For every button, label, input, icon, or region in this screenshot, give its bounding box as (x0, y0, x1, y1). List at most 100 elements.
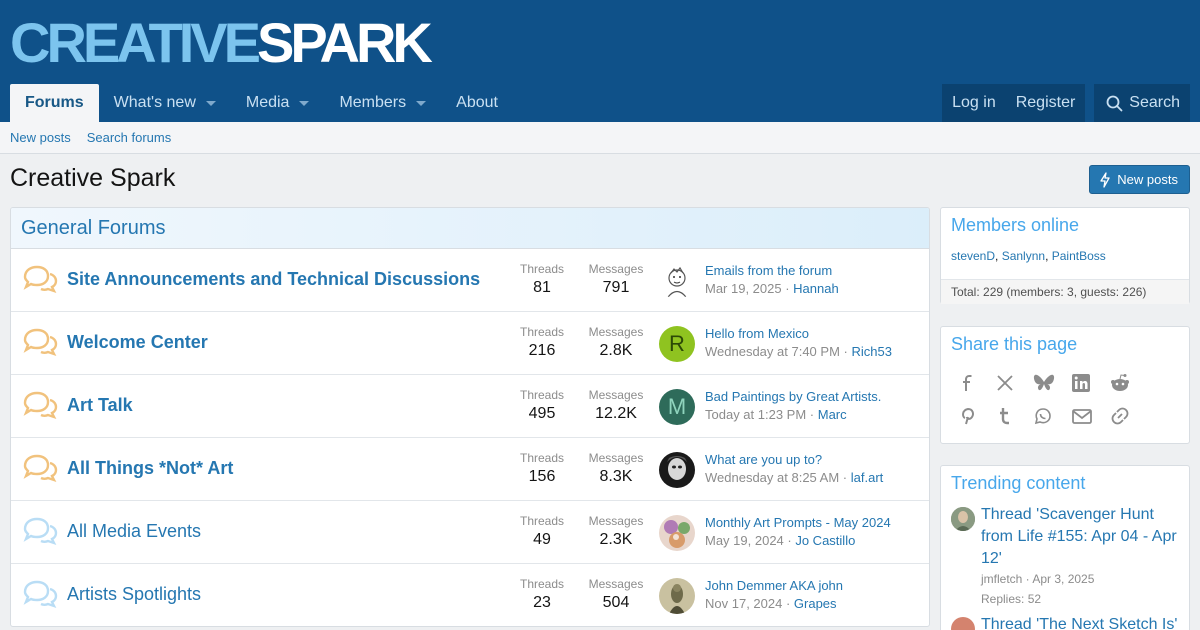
messages-stat: Messages 2.3K (588, 514, 644, 548)
last-post: Monthly Art Prompts - May 2024 May 19, 20… (705, 515, 891, 548)
last-post: Bad Paintings by Great Artists. Today at … (705, 389, 882, 422)
search-forums-link[interactable]: Search forums (87, 130, 172, 145)
main-nav: Forums What's new Media Members About (10, 84, 513, 122)
threads-stat: Threads 23 (519, 577, 565, 611)
widget-title: Share this page (951, 334, 1078, 354)
forum-list: General Forums Site Announcements and Te… (10, 207, 930, 627)
trending-item: Thread 'Scavenger Hunt from Life #155: A… (941, 494, 1189, 606)
reddit-icon[interactable] (1109, 373, 1147, 406)
avatar[interactable] (659, 515, 695, 551)
threads-stat: Threads 156 (519, 451, 565, 485)
bolt-icon (1100, 171, 1110, 188)
trending-thread-title[interactable]: Thread 'The Next Sketch Is' (981, 614, 1179, 630)
avatar[interactable] (659, 578, 695, 614)
tab-about[interactable]: About (441, 84, 513, 122)
share-icons (941, 355, 1181, 439)
last-post-title[interactable]: Bad Paintings by Great Artists. (705, 389, 881, 404)
forum-node: Site Announcements and Technical Discuss… (11, 249, 929, 312)
messages-stat: Messages 12.2K (588, 388, 644, 422)
trending-widget: Trending content Thread 'Scavenger Hunt … (940, 465, 1190, 630)
forum-title[interactable]: Art Talk (67, 395, 133, 416)
threads-stat: Threads 49 (519, 514, 565, 548)
tab-media[interactable]: Media (231, 84, 325, 122)
forum-read-icon (23, 517, 58, 546)
online-user[interactable]: stevenD (951, 249, 995, 263)
avatar[interactable] (659, 263, 695, 299)
avatar[interactable]: R (659, 326, 695, 362)
threads-stat: Threads 81 (519, 262, 565, 296)
messages-stat: Messages 791 (588, 262, 644, 296)
tumblr-icon[interactable] (995, 406, 1033, 439)
share-widget: Share this page (940, 326, 1190, 444)
tab-whats-new[interactable]: What's new (99, 84, 231, 122)
messages-stat: Messages 504 (588, 577, 644, 611)
facebook-icon[interactable] (957, 373, 995, 406)
bluesky-icon[interactable] (1033, 373, 1071, 406)
forum-title[interactable]: Artists Spotlights (67, 584, 201, 605)
last-post-user[interactable]: Grapes (794, 596, 837, 611)
linkedin-icon[interactable] (1071, 373, 1109, 406)
last-post: Emails from the forum Mar 19, 2025 · Hann… (705, 263, 839, 296)
search-button[interactable]: Search (1094, 84, 1190, 122)
forum-node: Artists Spotlights Threads 23 Messages 504… (11, 564, 929, 626)
online-total: Total: 229 (members: 3, guests: 226) (941, 279, 1189, 304)
forum-unread-icon (23, 328, 58, 357)
threads-stat: Threads 495 (519, 388, 565, 422)
forum-title[interactable]: All Things *Not* Art (67, 458, 233, 479)
forum-node: All Things *Not* Art Threads 156 Messages… (11, 438, 929, 501)
category-header: General Forums (11, 208, 929, 249)
avatar[interactable] (951, 507, 975, 531)
last-post-user[interactable]: Jo Castillo (795, 533, 855, 548)
members-online-widget: Members online stevenD, Sanlynn, PaintBo… (940, 207, 1190, 304)
site-logo[interactable]: CREATIVESPARK (10, 12, 433, 74)
last-post-user[interactable]: Marc (818, 407, 847, 422)
trending-replies: Replies: 52 (981, 592, 1042, 606)
forum-node: Art Talk Threads 495 Messages 12.2K M Bad … (11, 375, 929, 438)
new-posts-link[interactable]: New posts (10, 130, 71, 145)
email-icon[interactable] (1071, 406, 1109, 439)
last-post-user[interactable]: laf.art (851, 470, 884, 485)
pinterest-icon[interactable] (957, 406, 995, 439)
forum-title[interactable]: Site Announcements and Technical Discuss… (67, 269, 480, 290)
online-user[interactable]: PaintBoss (1052, 249, 1106, 263)
avatar[interactable]: M (659, 389, 695, 425)
forum-read-icon (23, 580, 58, 609)
last-post-title[interactable]: Monthly Art Prompts - May 2024 (705, 515, 891, 530)
last-post: John Demmer AKA john Nov 17, 2024 · Grape… (705, 578, 844, 611)
widget-title[interactable]: Trending content (941, 466, 1189, 494)
messages-stat: Messages 8.3K (588, 451, 644, 485)
last-post-title[interactable]: What are you up to? (705, 452, 883, 467)
avatar[interactable] (951, 617, 975, 630)
widget-title[interactable]: Members online (941, 208, 1189, 236)
last-post-user[interactable]: Hannah (793, 281, 839, 296)
chevron-down-icon[interactable] (205, 100, 216, 106)
forum-title[interactable]: All Media Events (67, 521, 201, 542)
online-user[interactable]: Sanlynn (1002, 249, 1045, 263)
last-post-user[interactable]: Rich53 (851, 344, 891, 359)
threads-stat: Threads 216 (519, 325, 565, 359)
last-post-title[interactable]: Emails from the forum (705, 263, 839, 278)
new-posts-button[interactable]: New posts (1089, 165, 1190, 194)
forum-title[interactable]: Welcome Center (67, 332, 208, 353)
chevron-down-icon[interactable] (416, 100, 427, 106)
x-icon[interactable] (995, 373, 1033, 406)
login-button[interactable]: Log in (942, 84, 1006, 122)
last-post-title[interactable]: John Demmer AKA john (705, 578, 843, 593)
tab-members[interactable]: Members (324, 84, 441, 122)
site-header: CREATIVESPARK Forums What's new Media Me… (0, 0, 1200, 122)
register-button[interactable]: Register (1005, 84, 1086, 122)
link-icon[interactable] (1109, 406, 1147, 439)
avatar[interactable] (659, 452, 695, 488)
page-title: Creative Spark (10, 164, 176, 192)
last-post-title[interactable]: Hello from Mexico (705, 326, 892, 341)
online-users-list: stevenD, Sanlynn, PaintBoss (951, 249, 1106, 263)
whatsapp-icon[interactable] (1033, 406, 1071, 439)
forum-unread-icon (23, 391, 58, 420)
chevron-down-icon[interactable] (299, 100, 310, 106)
forum-unread-icon (23, 454, 58, 483)
account-nav: Log in Register Search (942, 84, 1190, 122)
trending-thread-title[interactable]: Thread 'Scavenger Hunt from Life #155: A… (981, 504, 1179, 570)
trending-item: Thread 'The Next Sketch Is' (941, 606, 1189, 630)
tab-forums[interactable]: Forums (10, 84, 99, 122)
category-title[interactable]: General Forums (21, 217, 166, 240)
